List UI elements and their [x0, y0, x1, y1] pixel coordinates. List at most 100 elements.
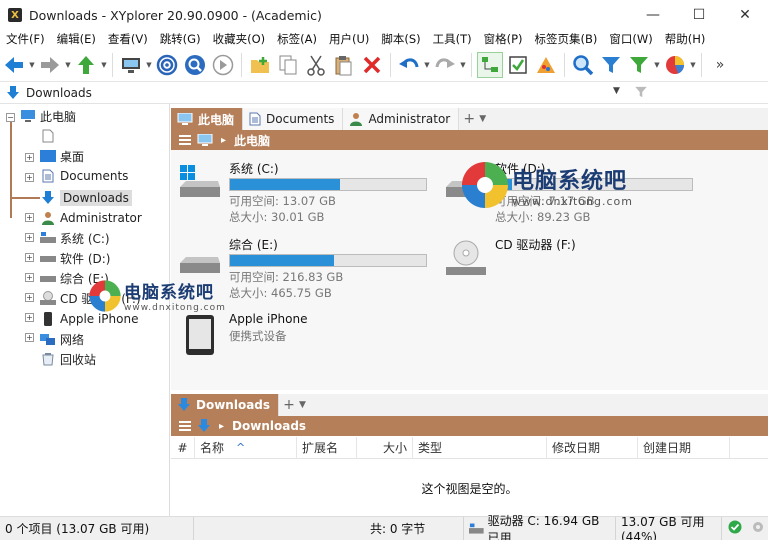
- delete-icon[interactable]: [359, 52, 385, 78]
- drive-tile-f[interactable]: CD 驱动器 (F:): [443, 236, 576, 282]
- menu-tools[interactable]: 工具(T): [427, 31, 478, 47]
- tree-item-blank[interactable]: [40, 126, 60, 146]
- tree-item-drive-d[interactable]: 软件 (D:): [40, 248, 110, 268]
- menu-view[interactable]: 查看(V): [102, 31, 154, 47]
- column-index[interactable]: #: [171, 436, 195, 459]
- tree-expand-toggle[interactable]: +: [25, 253, 34, 262]
- undo-icon[interactable]: [396, 52, 422, 78]
- close-button[interactable]: ✕: [722, 0, 768, 30]
- menu-scripting[interactable]: 脚本(S): [375, 31, 426, 47]
- menu-panes[interactable]: 窗格(P): [478, 31, 529, 47]
- maximize-button[interactable]: ☐: [676, 0, 722, 30]
- undo-dropdown-icon[interactable]: ▼: [423, 61, 431, 69]
- tab-list-dropdown-icon[interactable]: ▼: [299, 394, 306, 416]
- address-value[interactable]: Downloads: [26, 86, 92, 100]
- up-arrow-icon[interactable]: [73, 52, 99, 78]
- menu-help[interactable]: 帮助(H): [659, 31, 712, 47]
- address-filter-icon[interactable]: [634, 85, 648, 102]
- find-icon[interactable]: [570, 52, 596, 78]
- tree-item-drive-e[interactable]: 综合 (E:): [40, 268, 109, 288]
- drive-tile-c[interactable]: 系统 (C:) 可用空间: 13.07 GB 总大小: 30.01 GB: [177, 160, 427, 225]
- tree-expand-toggle[interactable]: +: [25, 313, 34, 322]
- minimize-button[interactable]: —: [630, 0, 676, 30]
- status-settings-icon[interactable]: [752, 521, 764, 536]
- tree-item-recycle-bin[interactable]: 回收站: [40, 349, 96, 369]
- column-extension[interactable]: 扩展名: [297, 436, 357, 459]
- breadcrumb-item[interactable]: Downloads: [232, 419, 306, 433]
- cut-icon[interactable]: [303, 52, 329, 78]
- tree-item-drive-f[interactable]: CD 驱动器 (F:): [40, 288, 141, 308]
- tree-item-downloads[interactable]: Downloads: [40, 188, 132, 208]
- new-tab-button[interactable]: +: [459, 108, 479, 130]
- pie-dropdown-icon[interactable]: ▼: [689, 61, 697, 69]
- tree-expand-toggle[interactable]: +: [25, 233, 34, 242]
- tree-item-iphone[interactable]: Apple iPhone: [40, 309, 138, 329]
- menu-icon[interactable]: [179, 135, 191, 145]
- forward-arrow-icon[interactable]: [37, 52, 63, 78]
- tree-item-this-pc[interactable]: 此电脑: [20, 106, 76, 126]
- column-created[interactable]: 创建日期: [638, 436, 730, 459]
- new-tab-button[interactable]: +: [279, 394, 299, 416]
- folder-tree[interactable]: − 此电脑 + 桌面 + Documents Downloads + Admin…: [0, 104, 170, 516]
- menu-go[interactable]: 跳转(G): [154, 31, 207, 47]
- copy-icon[interactable]: [275, 52, 301, 78]
- circle-arrow-icon[interactable]: [210, 52, 236, 78]
- tree-collapse-toggle[interactable]: −: [6, 113, 15, 122]
- menu-tabsets[interactable]: 标签页集(B): [529, 31, 604, 47]
- drive-tile-d[interactable]: 软件 (D:) 可用空间: 7.17 GB 总大小: 89.23 GB: [443, 160, 693, 225]
- computer-dropdown-icon[interactable]: ▼: [145, 61, 153, 69]
- tree-icon[interactable]: [477, 51, 503, 78]
- computer-icon[interactable]: [118, 52, 144, 78]
- drive-tile-e[interactable]: 综合 (E:) 可用空间: 216.83 GB 总大小: 465.75 GB: [177, 236, 427, 301]
- color-icon[interactable]: [533, 52, 559, 78]
- column-name[interactable]: 名称 ^: [195, 436, 297, 459]
- menu-window[interactable]: 窗口(W): [603, 31, 658, 47]
- tree-expand-toggle[interactable]: +: [25, 213, 34, 222]
- filter-green-icon[interactable]: [626, 52, 652, 78]
- forward-dropdown-icon[interactable]: ▼: [64, 61, 72, 69]
- new-folder-icon[interactable]: [247, 52, 273, 78]
- menu-file[interactable]: 文件(F): [0, 31, 51, 47]
- breadcrumb-item[interactable]: 此电脑: [234, 132, 270, 149]
- column-modified[interactable]: 修改日期: [547, 436, 638, 459]
- pie-icon[interactable]: [662, 52, 688, 78]
- tree-item-desktop[interactable]: 桌面: [40, 146, 84, 166]
- device-tile-iphone[interactable]: Apple iPhone 便携式设备: [177, 312, 307, 358]
- tree-item-network[interactable]: 网络: [40, 329, 84, 349]
- tree-expand-toggle[interactable]: +: [25, 293, 34, 302]
- filter-dropdown-icon[interactable]: ▼: [653, 61, 661, 69]
- menu-user[interactable]: 用户(U): [323, 31, 375, 47]
- tree-item-documents[interactable]: Documents: [40, 166, 128, 186]
- tab-this-pc[interactable]: 此电脑: [171, 108, 244, 130]
- tree-expand-toggle[interactable]: +: [25, 153, 34, 162]
- checkbox-icon[interactable]: [505, 52, 531, 78]
- tab-administrator[interactable]: Administrator: [343, 108, 460, 130]
- back-arrow-icon[interactable]: [1, 52, 27, 78]
- menu-favorites[interactable]: 收藏夹(O): [207, 31, 272, 47]
- target-icon[interactable]: [154, 52, 180, 78]
- column-type[interactable]: 类型: [413, 436, 547, 459]
- filter-icon[interactable]: [598, 52, 624, 78]
- tree-expand-toggle[interactable]: +: [25, 173, 34, 182]
- paste-icon[interactable]: [331, 52, 357, 78]
- address-bar[interactable]: Downloads ▼: [0, 82, 768, 104]
- menu-icon[interactable]: [179, 421, 191, 431]
- back-dropdown-icon[interactable]: ▼: [28, 61, 36, 69]
- app-icon[interactable]: X: [8, 8, 22, 22]
- redo-dropdown-icon[interactable]: ▼: [459, 61, 467, 69]
- tree-item-drive-c[interactable]: 系统 (C:): [40, 228, 110, 248]
- tab-downloads[interactable]: Downloads: [171, 394, 280, 416]
- redo-icon[interactable]: [432, 52, 458, 78]
- menu-tags[interactable]: 标签(A): [271, 31, 323, 47]
- more-tools-icon[interactable]: »: [707, 52, 733, 78]
- tab-list-dropdown-icon[interactable]: ▼: [479, 108, 486, 130]
- column-size[interactable]: 大小: [357, 436, 413, 459]
- up-dropdown-icon[interactable]: ▼: [100, 61, 108, 69]
- tree-expand-toggle[interactable]: +: [25, 333, 34, 342]
- search-icon[interactable]: [182, 52, 208, 78]
- tree-item-administrator[interactable]: Administrator: [40, 208, 142, 228]
- menu-edit[interactable]: 编辑(E): [51, 31, 102, 47]
- drives-view[interactable]: 系统 (C:) 可用空间: 13.07 GB 总大小: 30.01 GB 软件 …: [171, 150, 768, 390]
- address-dropdown-icon[interactable]: ▼: [613, 86, 620, 96]
- tab-documents[interactable]: Documents: [243, 108, 344, 130]
